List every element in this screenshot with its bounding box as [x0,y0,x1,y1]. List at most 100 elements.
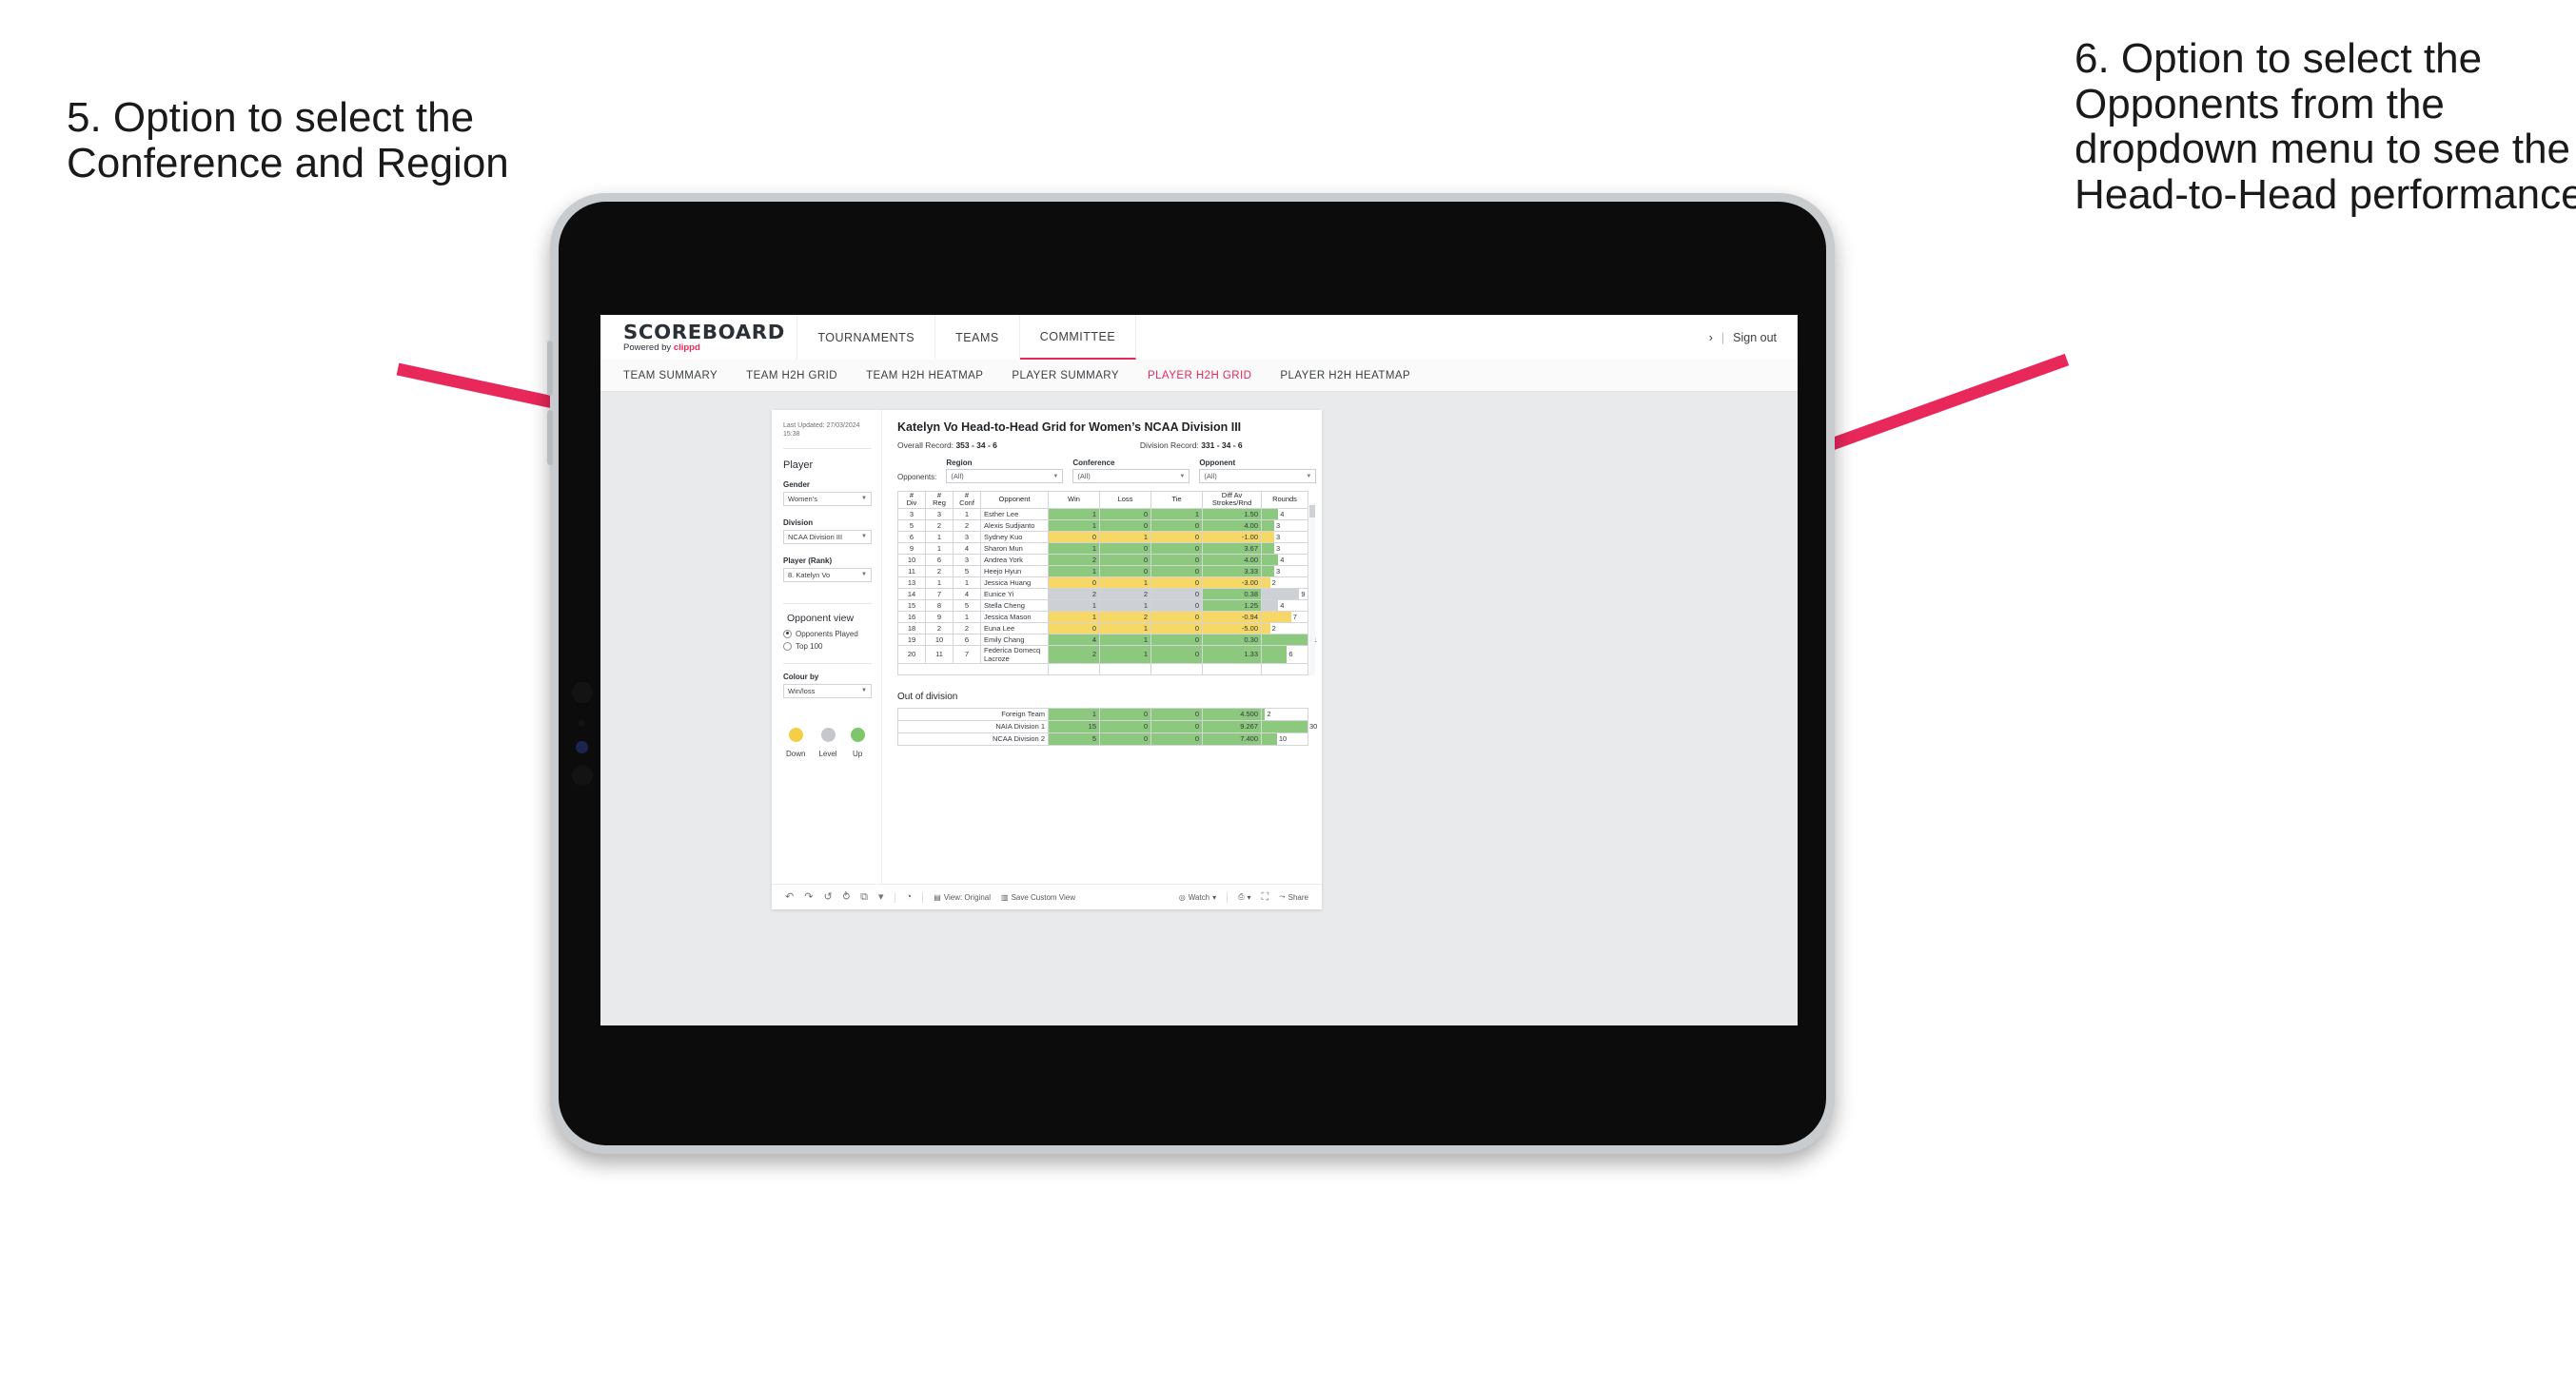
out-of-division-row[interactable]: Foreign Team 1 0 0 4.500 2 [897,707,1308,721]
cell-rounds: 3 [1261,541,1308,555]
division-value: NCAA Division III [788,532,843,541]
cell-loss: 1 [1099,633,1151,646]
region-select[interactable]: (All) ▼ [946,469,1064,483]
cell-opponent: Esther Lee [980,507,1049,520]
radio-opponents-played[interactable]: Opponents Played [783,629,872,638]
cell-diff: -3.00 [1202,576,1262,589]
nav-teams[interactable]: TEAMS [935,315,1020,360]
opponent-view-heading: Opponent view [787,612,855,624]
volume-down-button[interactable] [547,410,553,465]
tab-team-h2h-heatmap[interactable]: TEAM H2H HEATMAP [866,370,983,381]
redo-icon[interactable]: ↷ [804,891,813,903]
cell-div: 15 [897,598,926,612]
cell-conf: 6 [953,633,981,646]
table-row[interactable]: 14 7 4 Eunice Yi 2 2 0 0.38 9 [897,587,1308,600]
table-row[interactable]: 10 6 3 Andrea York 2 0 0 4.00 4 [897,553,1308,566]
conference-select[interactable]: (All) ▼ [1072,469,1190,483]
divider [783,602,872,604]
view-original-button[interactable]: ▤ View: Original [934,893,991,902]
cell-name: NAIA Division 1 [897,719,1049,733]
pause-icon[interactable]: ⧉ [860,891,868,903]
legend-swatch-icon [820,727,836,742]
revert-icon[interactable]: ↺ [823,891,832,903]
legend-label: Down [786,749,806,758]
radio-top-100[interactable]: Top 100 [783,641,872,651]
table-row[interactable]: 6 1 3 Sydney Kuo 0 1 0 -1.00 3 [897,530,1308,543]
cell-win: 15 [1048,719,1100,733]
page-title: Katelyn Vo Head-to-Head Grid for Women’s… [897,420,1242,434]
table-row[interactable]: 13 1 1 Jessica Huang 0 1 0 -3.00 2 [897,576,1308,589]
cell-div: 19 [897,633,926,646]
cell-win: 0 [1048,530,1100,543]
cell-tie: 0 [1150,644,1203,664]
division-record-value: 331 - 34 - 6 [1201,440,1243,450]
table-row[interactable]: 15 8 5 Stella Cheng 1 1 0 1.25 4 [897,598,1308,612]
player-rank-value: 8. Katelyn Vo [788,570,831,579]
refresh-icon[interactable]: ⥁ [843,891,851,903]
sign-out-link[interactable]: Sign out [1733,331,1777,344]
table-row[interactable]: 11 2 5 Heejo Hyun 1 0 0 3.33 3 [897,564,1308,577]
table-header-row: # Div # Reg # Conf Opponent Win Loss Tie Di… [897,491,1308,509]
legend-up: Up [850,727,865,758]
cell-div: 6 [897,530,926,543]
annotation-right: 6. Option to select the Opponents from t… [2075,35,2576,218]
out-of-division-row[interactable]: NAIA Division 1 15 0 0 9.267 30 [897,719,1317,733]
volume-up-button[interactable] [547,341,553,396]
cell-rounds: 7 [1261,610,1308,623]
brand-logo[interactable]: SCOREBOARD Powered by clippd [600,315,798,360]
table-row[interactable]: 5 2 2 Alexis Sudjianto 1 0 0 4.00 3 [897,518,1308,532]
cell-loss: 1 [1099,644,1151,664]
chevron-down-icon[interactable]: ▾ [878,891,884,903]
cell-conf: 4 [953,587,981,600]
table-row[interactable]: 19106Emily Chang4100.3011 [897,633,1317,646]
cell-win: 1 [1048,707,1100,721]
cell-diff: 1.25 [1202,598,1262,612]
cell-tie: 0 [1150,530,1203,543]
out-of-division-body: Foreign Team 1 0 0 4.500 2 NAIA Division 1 15 0 0… [897,707,1317,746]
tab-player-h2h-heatmap[interactable]: PLAYER H2H HEATMAP [1280,370,1410,381]
undo-icon[interactable]: ↶ [785,891,794,903]
opponent-select[interactable]: (All) ▼ [1199,469,1317,483]
fullscreen-icon[interactable]: ⛶ [1262,891,1269,903]
cell-diff: 3.33 [1202,564,1262,577]
cell-opponent: Euna Lee [980,621,1049,634]
radio-label: Top 100 [796,641,823,651]
table-row[interactable]: 18 2 2 Euna Lee 0 1 0 -5.00 2 [897,621,1308,634]
division-select[interactable]: NCAA Division III ▼ [783,529,872,544]
player-rank-select[interactable]: 8. Katelyn Vo ▼ [783,567,872,582]
nav-committee[interactable]: COMMITTEE [1019,315,1137,360]
cell-conf: 4 [953,541,981,555]
cell-reg: 8 [925,598,954,612]
gender-select[interactable]: Women’s ▼ [783,491,872,506]
download-button[interactable]: ⎙ ▾ [1238,892,1250,902]
colour-by-select[interactable]: Win/loss ▼ [783,683,872,698]
cell-diff: 3.67 [1202,541,1262,555]
watch-button[interactable]: ◎ Watch ▾ [1179,893,1216,902]
table-row[interactable]: 3 3 1 Esther Lee 1 0 1 1.50 4 [897,507,1308,520]
save-custom-view-button[interactable]: ▥ Save Custom View [1001,893,1075,902]
table-scrollbar-track[interactable] [1309,503,1315,675]
alerts-icon[interactable]: ◔ [906,891,913,903]
share-button[interactable]: ⤳ Share [1279,892,1308,902]
nav-tournaments[interactable]: TOURNAMENTS [797,315,936,360]
gender-label: Gender [783,479,811,489]
cell-opponent: Andrea York [980,553,1049,566]
out-of-division-row[interactable]: NCAA Division 2 5 0 0 7.400 10 [897,732,1308,746]
divider: | [1721,330,1725,344]
division-record-label: Division Record: [1139,440,1199,450]
filter-conference-label: Conference [1072,459,1115,467]
cell-rounds: 9 [1261,587,1308,600]
table-scrollbar-thumb[interactable] [1309,505,1315,517]
table-row[interactable]: 9 1 4 Sharon Mun 1 0 0 3.67 3 [897,541,1308,555]
table-row[interactable]: 16 9 1 Jessica Mason 1 2 0 -0.94 7 [897,610,1308,623]
view-label: View: Original [943,892,991,902]
account-chevron-icon[interactable]: › [1709,331,1713,344]
tab-team-h2h-grid[interactable]: TEAM H2H GRID [746,370,837,381]
tab-player-h2h-grid[interactable]: PLAYER H2H GRID [1148,370,1251,381]
tab-player-summary[interactable]: PLAYER SUMMARY [1012,370,1119,381]
chevron-down-icon: ▼ [1052,473,1059,479]
tab-team-summary[interactable]: TEAM SUMMARY [623,370,718,381]
primary-nav: TOURNAMENTS TEAMS COMMITTEE [797,315,1137,360]
watch-icon: ◎ [1178,892,1186,902]
table-row[interactable]: 20 11 7 Federica Domecq Lacroze 2 1 0 1.33 6 [897,644,1308,664]
